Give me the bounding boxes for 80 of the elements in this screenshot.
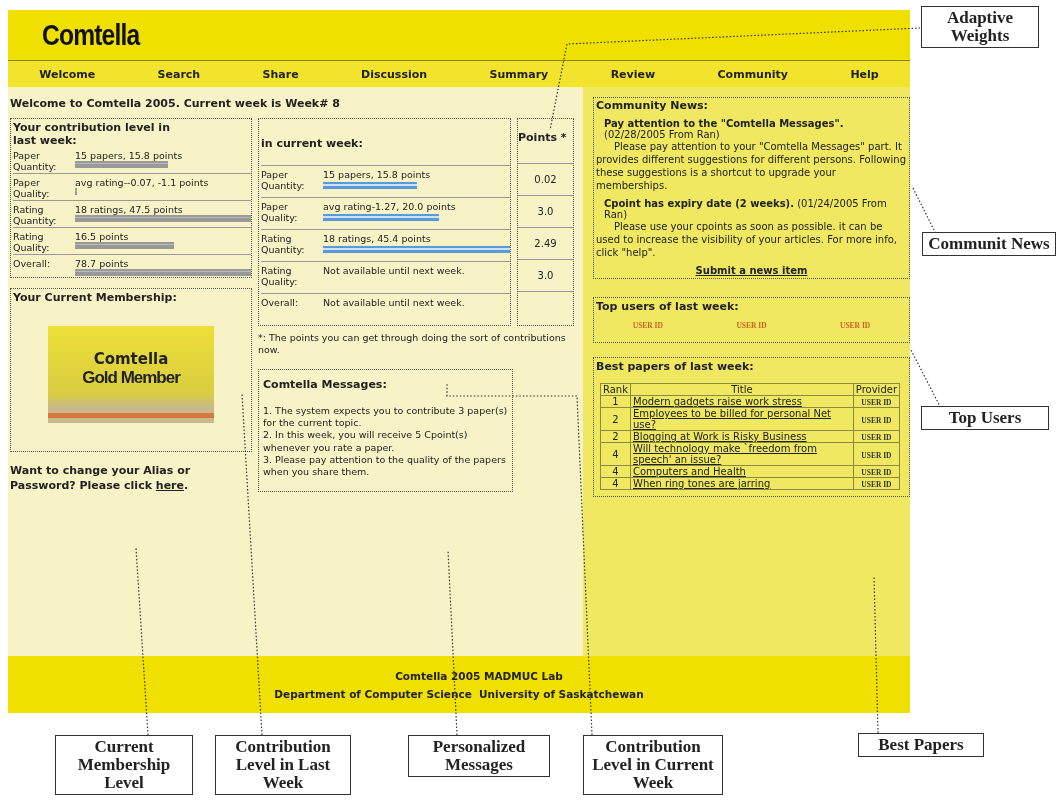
row-reading: Not available until next week. (323, 297, 466, 308)
callout-label: Best Papers (858, 733, 984, 757)
row-reading: avg rating-1.27, 20.0 points (323, 201, 457, 212)
callout-label: Communit News (922, 232, 1056, 256)
row-reading: 15 papers, 15.8 points (323, 169, 432, 180)
row-label: Rating Quality: (261, 265, 299, 289)
row-label: Rating Quantity: (261, 233, 306, 257)
message-text: 1. The system expects you to contribute 3 paper(s) for the current topic. (263, 404, 508, 430)
footnote: *: The points you can get through doing the sort of contributions now. (258, 332, 567, 357)
welcome-text: Welcome to Comtella 2005. Current week is Week# 8 (10, 97, 341, 110)
news-headline: Pay attention to the "Comtella Messages". (02/28/2005 From Ran) (603, 118, 845, 140)
nav-link[interactable]: Review (610, 67, 656, 81)
callout-label: Contribution Level in Current Week (583, 735, 723, 795)
row-reading: avg rating--0.07, -1.1 points (75, 177, 210, 188)
row-label: Rating Quantity: (13, 204, 58, 226)
paper-link[interactable]: Employees to be billed for personal Net use? (633, 408, 851, 430)
nav-link[interactable]: Discussion (361, 67, 428, 81)
news-body: Please pay attention to your "Comtella Messages" part. It provides different suggestions for different persons. Following these suggestions is a shortcut to upgrade your memberships. (596, 140, 907, 192)
nav-link[interactable]: Help (850, 67, 879, 81)
points-value: 2.49 (534, 238, 557, 249)
row-label: Paper Quantity: (261, 169, 306, 193)
paper-link[interactable]: When ring tones are jarring (633, 478, 851, 489)
row-label: Overall: (13, 258, 52, 271)
panel-title: Top users of last week: (596, 300, 740, 313)
badge-level: Gold Member (82, 368, 180, 388)
rank-cell: 2 (600, 430, 631, 443)
nav-link[interactable]: Summary (489, 67, 549, 81)
paper-link[interactable]: Computers and Health (633, 466, 851, 477)
nav-link[interactable]: Share (262, 67, 299, 81)
row-label: Overall: (261, 297, 300, 310)
rank-cell: 4 (600, 465, 631, 478)
panel-title: Best papers of last week: (596, 360, 755, 373)
row-label: Rating Quality: (13, 231, 51, 253)
footer-text: Comtella 2005 MADMUC Lab (395, 669, 563, 682)
row-reading: 78.7 points (75, 258, 130, 269)
panel-title: Your Current Membership: (13, 291, 178, 304)
row-reading: 16.5 points (75, 231, 130, 242)
column-header: Rank (600, 383, 631, 396)
panel-title: Points * (518, 130, 568, 146)
panel-title: Community News: (596, 99, 710, 112)
points-value: 0.02 (534, 174, 557, 185)
message-text: 2. In this week, you will receive 5 Cpoint(s) whenever you rate a paper. (263, 429, 469, 455)
here-link[interactable]: here (155, 478, 184, 492)
points-value: 3.0 (537, 270, 554, 281)
news-body: Please use your cpoints as soon as possible. it can be used to increase the visibility of your articles. For more info, click "help". (596, 220, 898, 259)
row-reading: 18 ratings, 47.5 points (75, 204, 184, 215)
column-header: Title (630, 383, 854, 396)
rank-cell: 4 (600, 442, 631, 466)
callout-label: Top Users (921, 406, 1049, 430)
alias-note: Want to change your Alias or Password? Please click here. (10, 464, 192, 494)
news-headline: Cpoint has expiry date (2 weeks). (01/24/2005 From Ran) (603, 198, 888, 220)
callout-label: Contribution Level in Last Week (215, 735, 351, 795)
callout-label: Adaptive Weights (921, 6, 1039, 48)
logo[interactable]: Comtella (42, 18, 140, 52)
submit-news-link[interactable]: Submit a news item (695, 265, 808, 276)
row-reading: 15 papers, 15.8 points (75, 150, 184, 161)
rank-cell: 1 (600, 395, 631, 408)
paper-link[interactable]: Modern gadgets raise work stress (633, 396, 851, 407)
row-reading: 18 ratings, 45.4 points (323, 233, 432, 244)
row-label: Paper Quality: (13, 177, 51, 199)
column-header: Provider (853, 383, 900, 396)
nav-link[interactable]: Search (157, 67, 201, 81)
row-label: Paper Quality: (261, 201, 299, 225)
rank-cell: 4 (600, 477, 631, 490)
callout-label: Current Membership Level (55, 735, 193, 795)
rank-cell: 2 (600, 407, 631, 431)
callout-label: Personalized Messages (408, 735, 550, 777)
panel-title: Your contribution level in last week: (13, 121, 171, 147)
nav-link[interactable]: Community (717, 67, 788, 81)
paper-link[interactable]: Will technology make `freedom from speech' an issue? (633, 443, 851, 465)
row-label: Paper Quantity: (13, 150, 58, 172)
message-text: 3. Please pay attention to the quality of the papers when you share them. (263, 454, 507, 479)
paper-link[interactable]: Blogging at Work is Risky Business (633, 431, 851, 442)
points-value: 3.0 (537, 206, 554, 217)
panel-title: Comtella Messages: (263, 377, 388, 391)
nav-link[interactable]: Welcome (39, 67, 96, 81)
badge-title: Comtella (93, 350, 169, 368)
row-reading: Not available until next week. (323, 265, 466, 276)
footer-text: Department of Computer Science University of Saskatchewan (274, 687, 644, 700)
panel-title: in current week: (261, 135, 364, 152)
